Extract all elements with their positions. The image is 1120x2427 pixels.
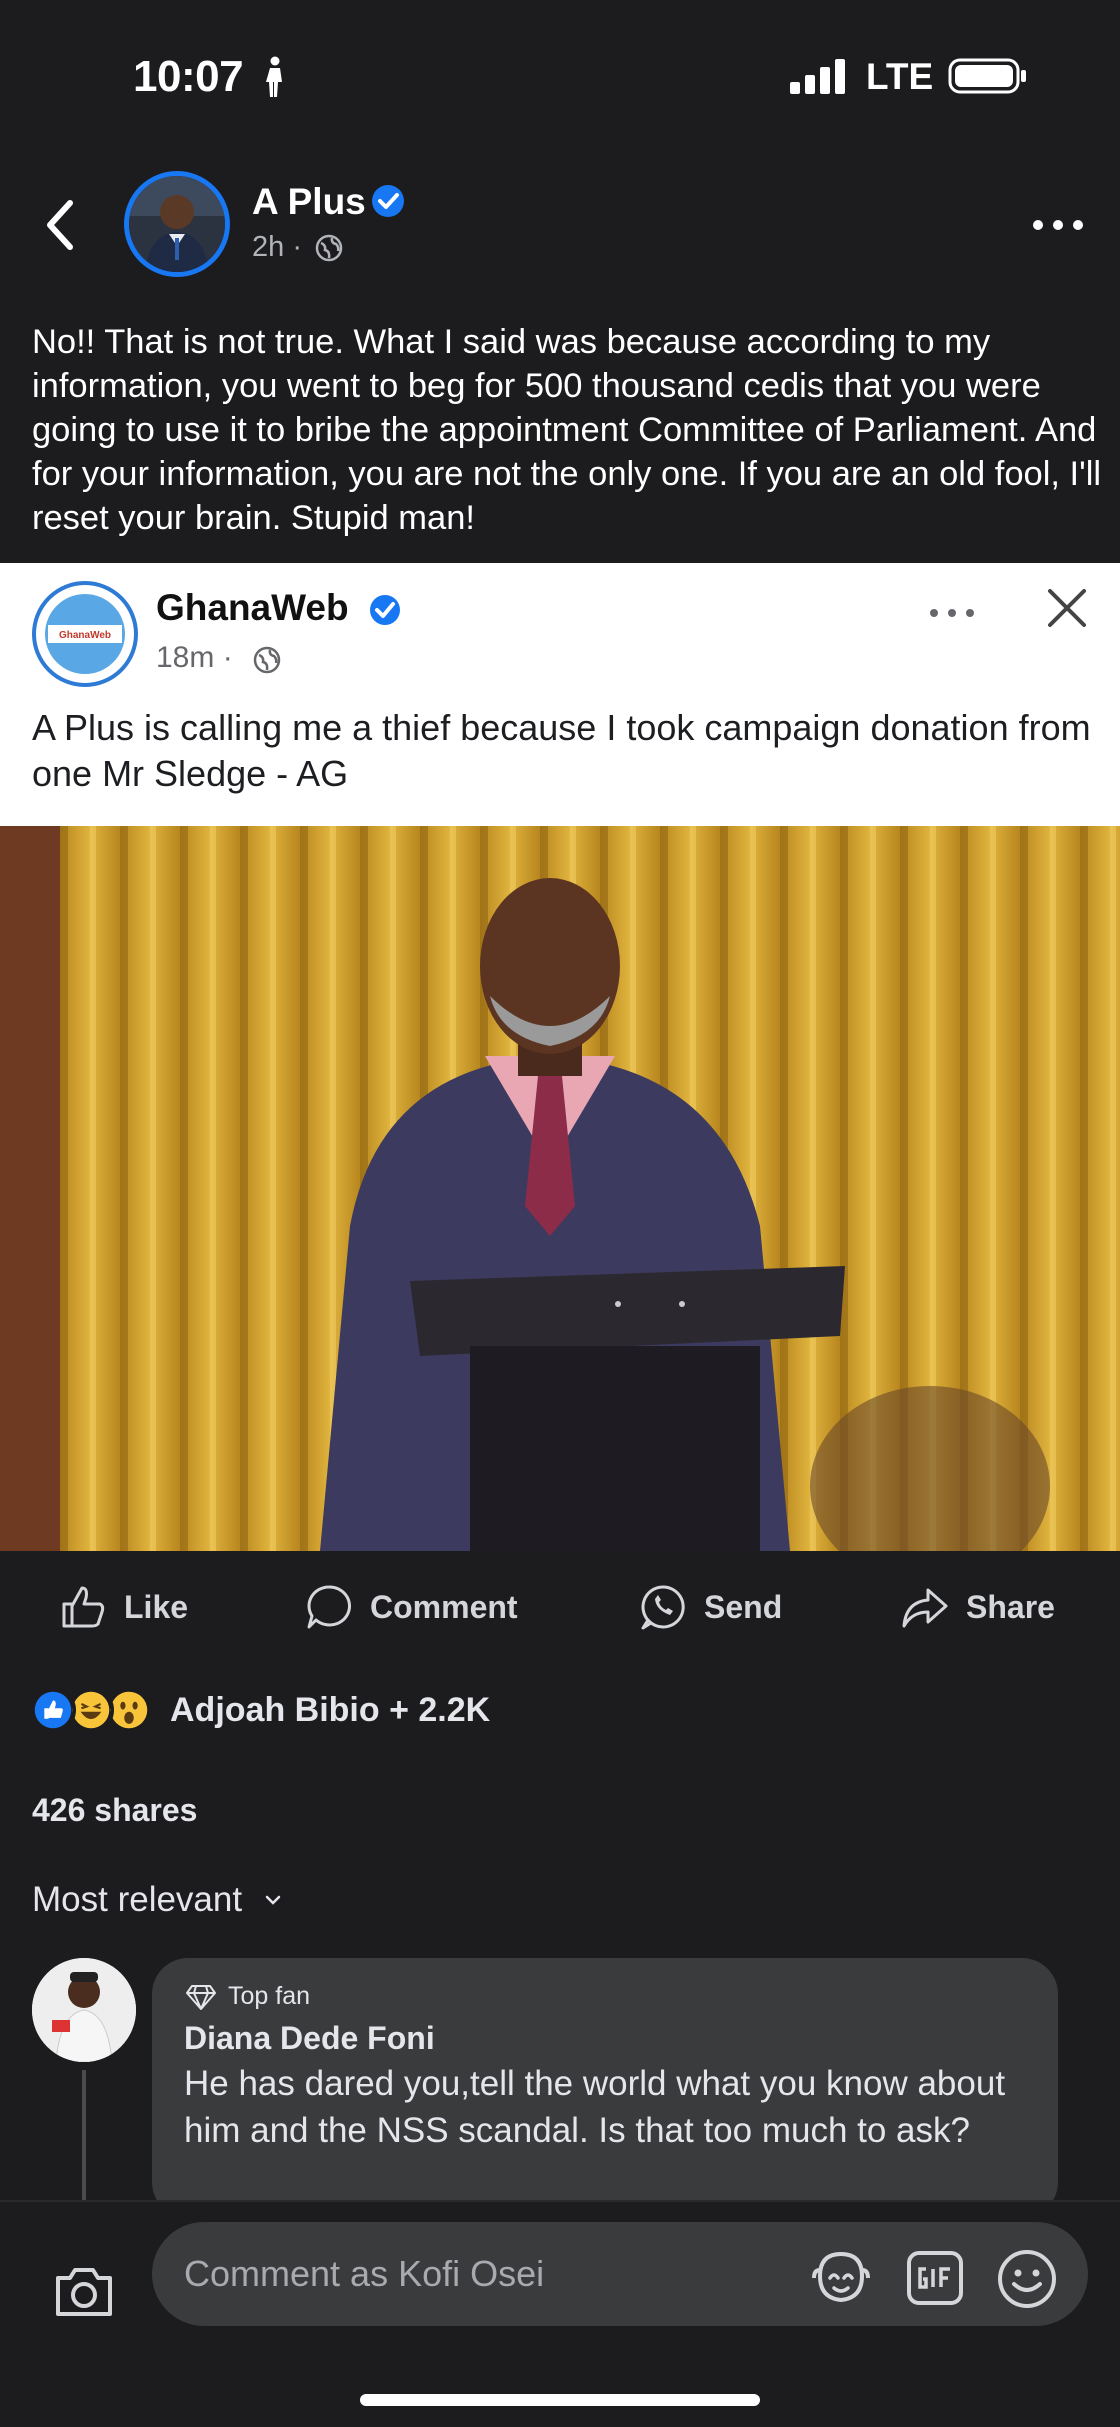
globe-icon bbox=[315, 234, 343, 262]
post-header: A Plus 2h · bbox=[0, 165, 1120, 295]
embedded-more-icon bbox=[930, 609, 974, 617]
speaker-at-podium-photo bbox=[0, 826, 1120, 1551]
cellular-signal-icon bbox=[790, 59, 845, 94]
embedded-post-screenshot[interactable]: GhanaWeb GhanaWeb 18m · A Plus is callin… bbox=[0, 563, 1120, 1551]
home-indicator bbox=[360, 2394, 760, 2406]
post-text: No!! That is not true. What I said was b… bbox=[32, 323, 1102, 537]
post-timestamp: 2h · bbox=[252, 231, 302, 263]
verified-badge-icon bbox=[372, 185, 404, 217]
embedded-timestamp: 18m · bbox=[156, 641, 233, 674]
top-fan-badge: Top fan bbox=[186, 1982, 310, 2011]
back-chevron-icon[interactable] bbox=[40, 195, 80, 255]
chevron-down-icon bbox=[265, 1895, 281, 1905]
comment-button[interactable]: Comment bbox=[304, 1579, 518, 1635]
network-type: LTE bbox=[866, 56, 934, 97]
like-reaction-icon bbox=[30, 1687, 76, 1733]
whatsapp-icon bbox=[641, 1585, 685, 1630]
commenter-avatar-image bbox=[32, 1958, 136, 2062]
share-label: Share bbox=[966, 1588, 1055, 1625]
author-name[interactable]: A Plus bbox=[252, 181, 366, 223]
avatar-sticker-icon[interactable] bbox=[810, 2248, 872, 2306]
reactions-summary[interactable]: Adjoah Bibio + 2.2K bbox=[30, 1682, 490, 1738]
comment-sort-dropdown[interactable]: Most relevant bbox=[32, 1880, 284, 1920]
embedded-page-name: GhanaWeb bbox=[156, 587, 349, 628]
shares-count[interactable]: 426 shares bbox=[32, 1792, 197, 1829]
comment-label: Comment bbox=[370, 1588, 518, 1625]
comment-composer bbox=[0, 2200, 1120, 2427]
reaction-icons bbox=[30, 1687, 160, 1733]
commenter-name[interactable]: Diana Dede Foni bbox=[184, 2020, 435, 2057]
share-button[interactable]: Share bbox=[900, 1579, 1055, 1635]
top-fan-label: Top fan bbox=[228, 1982, 311, 2010]
embedded-page-avatar: GhanaWeb bbox=[32, 581, 138, 687]
embedded-close-icon bbox=[1048, 589, 1086, 627]
comment-text: He has dared you,tell the world what you… bbox=[184, 2064, 1006, 2150]
embedded-avatar-text: GhanaWeb bbox=[59, 630, 111, 641]
battery-icon bbox=[948, 58, 1026, 94]
emoji-icon[interactable] bbox=[996, 2248, 1058, 2310]
walking-person-icon bbox=[266, 56, 282, 97]
diamond-icon bbox=[186, 1984, 216, 2010]
comment-bubble-icon bbox=[307, 1585, 351, 1629]
embedded-globe-icon bbox=[253, 646, 281, 674]
share-arrow-icon bbox=[902, 1588, 948, 1628]
embedded-verified-badge-icon bbox=[370, 595, 400, 625]
status-bar: 10:07 LTE bbox=[0, 0, 1120, 150]
more-options-icon[interactable] bbox=[1030, 213, 1086, 237]
camera-icon[interactable] bbox=[52, 2264, 116, 2320]
commenter-avatar[interactable] bbox=[32, 1958, 136, 2062]
like-label: Like bbox=[124, 1588, 189, 1625]
comment-thread-line bbox=[82, 2070, 86, 2200]
status-time: 10:07 bbox=[133, 52, 244, 101]
send-label: Send bbox=[704, 1588, 783, 1625]
author-avatar-image bbox=[129, 176, 225, 272]
send-button[interactable]: Send bbox=[638, 1579, 782, 1635]
gif-icon[interactable] bbox=[906, 2250, 964, 2306]
thumbs-up-icon bbox=[62, 1586, 105, 1628]
sort-label: Most relevant bbox=[32, 1880, 243, 1919]
reactions-text: Adjoah Bibio + 2.2K bbox=[170, 1690, 491, 1729]
author-avatar[interactable] bbox=[124, 171, 230, 277]
like-button[interactable]: Like bbox=[58, 1579, 188, 1635]
post-action-bar: Like Comment Send Share bbox=[0, 1551, 1120, 1661]
embedded-post-text: A Plus is calling me a thief because I t… bbox=[32, 707, 1091, 794]
